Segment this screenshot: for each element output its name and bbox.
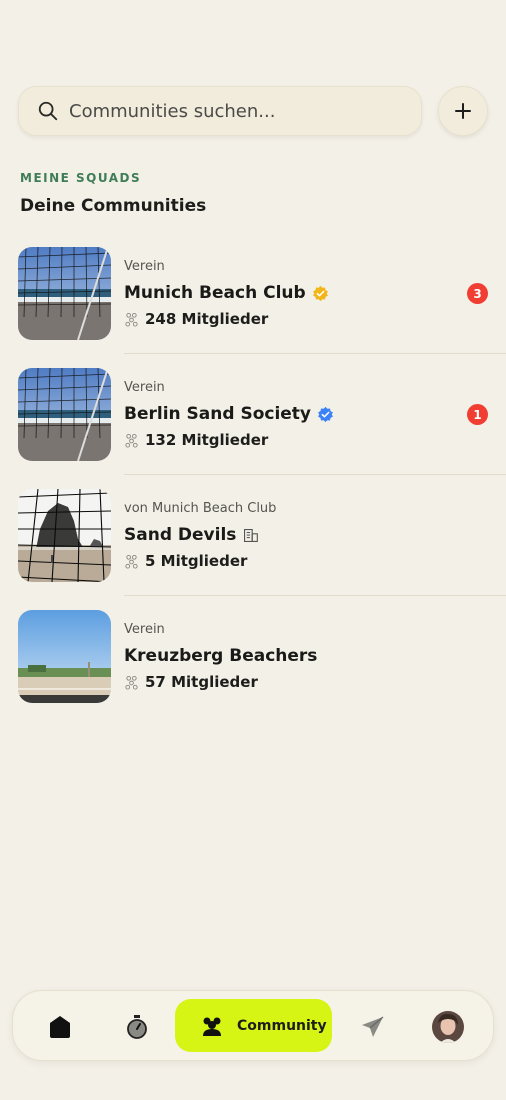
nav-home[interactable] [43, 991, 77, 1062]
community-row[interactable]: von Munich Beach Club Sand Devils 5 Mitg… [0, 489, 506, 610]
divider [124, 595, 506, 596]
community-row[interactable]: Verein Berlin Sand Society 132 Mitgliede… [0, 368, 506, 489]
community-name: Munich Beach Club [124, 283, 306, 303]
unread-badge: 1 [467, 404, 488, 425]
members-icon [125, 675, 138, 690]
search-icon [38, 101, 58, 121]
member-count: 248 Mitglieder [145, 310, 269, 328]
community-info: Verein Berlin Sand Society 132 Mitgliede… [124, 380, 334, 449]
members-icon [125, 554, 138, 569]
members-icon [125, 312, 138, 327]
community-info: Verein Munich Beach Club 248 Mitglieder [124, 259, 329, 328]
gold-verified-icon [312, 285, 328, 301]
search-input[interactable] [69, 100, 389, 122]
nav-profile[interactable] [431, 991, 465, 1062]
member-count: 5 Mitglieder [145, 552, 248, 570]
nav-timer[interactable] [123, 991, 151, 1062]
community-list: Verein Munich Beach Club 248 Mitglieder … [0, 247, 506, 731]
community-info: von Munich Beach Club Sand Devils 5 Mitg… [124, 501, 276, 570]
bottom-nav: Community [12, 990, 494, 1061]
nav-messages[interactable] [357, 991, 387, 1062]
community-thumbnail [18, 489, 111, 582]
search-box[interactable] [18, 86, 422, 136]
community-thumbnail [18, 368, 111, 461]
member-count: 57 Mitglieder [145, 673, 258, 691]
building-icon [244, 528, 259, 542]
community-info: Verein Kreuzberg Beachers 57 Mitglieder [124, 622, 317, 691]
community-kind: Verein [124, 380, 165, 395]
section-title: Deine Communities [20, 196, 207, 216]
members-icon [125, 433, 138, 448]
community-name: Berlin Sand Society [124, 404, 312, 424]
member-count: 132 Mitglieder [145, 431, 269, 449]
community-thumbnail [18, 610, 111, 703]
avatar [432, 1010, 464, 1043]
community-icon [203, 1017, 221, 1036]
community-row[interactable]: Verein Kreuzberg Beachers 57 Mitglieder [0, 610, 506, 731]
community-kind: Verein [124, 259, 165, 274]
add-community-button[interactable] [438, 86, 488, 136]
send-icon [362, 1016, 384, 1037]
plus-icon [455, 103, 471, 119]
search-row [18, 86, 488, 136]
section-kicker: MEINE SQUADS [20, 171, 142, 185]
divider [124, 474, 506, 475]
divider [124, 353, 506, 354]
community-name: Kreuzberg Beachers [124, 646, 318, 666]
community-thumbnail [18, 247, 111, 340]
stopwatch-icon [127, 1014, 147, 1039]
home-icon [50, 1015, 70, 1038]
nav-community[interactable]: Community [175, 999, 332, 1052]
community-name: Sand Devils [124, 525, 237, 545]
community-kind: Verein [124, 622, 165, 637]
community-kind: von Munich Beach Club [124, 501, 277, 516]
unread-badge: 3 [467, 283, 488, 304]
nav-community-label: Community [237, 1017, 327, 1034]
community-row[interactable]: Verein Munich Beach Club 248 Mitglieder … [0, 247, 506, 368]
blue-verified-icon [318, 406, 333, 422]
